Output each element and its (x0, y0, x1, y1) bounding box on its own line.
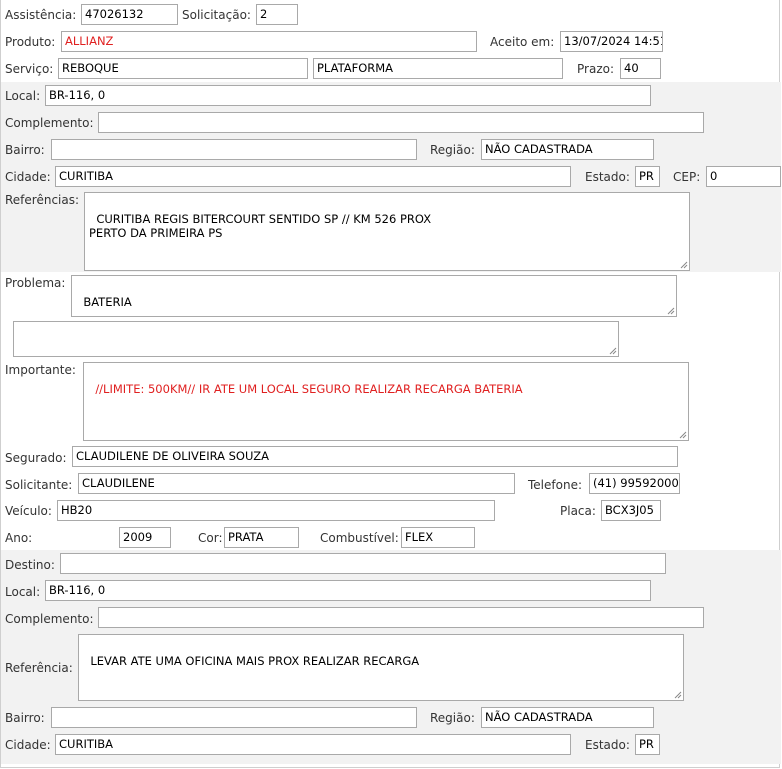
solicitacao-field[interactable]: 2 (256, 4, 298, 25)
destino-cidade-label: Cidade: (5, 738, 51, 752)
origem-referencias-text: CURITIBA REGIS BITERCOURT SENTIDO SP // … (89, 212, 432, 240)
resize-handle-icon[interactable] (679, 260, 688, 269)
origem-bairro-label: Bairro: (5, 143, 45, 157)
ano-field[interactable]: 2009 (119, 527, 171, 548)
prazo-label: Prazo: (577, 62, 614, 76)
origem-cep-field[interactable]: 0 (706, 166, 781, 187)
problema-text: BATERIA (83, 295, 132, 309)
servico-field[interactable]: REBOQUE (58, 58, 308, 79)
origem-referencias-label: Referências: (5, 193, 80, 207)
placa-field[interactable]: BCX3J05 (601, 500, 661, 521)
origem-estado-field[interactable]: PR (635, 166, 660, 187)
destino-referencia-label: Referência: (5, 661, 73, 675)
aceito-em-field[interactable]: 13/07/2024 14:51 (560, 31, 663, 52)
cor-field[interactable]: PRATA (224, 527, 299, 548)
origem-cidade-label: Cidade: (5, 170, 51, 184)
resize-handle-icon[interactable] (608, 346, 617, 355)
origem-bairro-field[interactable] (51, 139, 417, 160)
telefone-label: Telefone: (528, 478, 582, 492)
problema-extra-textarea[interactable] (13, 321, 619, 357)
ano-label: Ano: (5, 531, 33, 545)
destino-bairro-field[interactable] (51, 707, 417, 728)
destino-complemento-label: Complemento: (5, 612, 94, 626)
importante-textarea[interactable]: //LIMITE: 500KM// IR ATE UM LOCAL SEGURO… (83, 362, 689, 441)
destino-field[interactable] (60, 553, 666, 574)
origem-complemento-field[interactable] (98, 112, 704, 133)
resize-handle-icon[interactable] (666, 306, 675, 315)
resize-handle-icon[interactable] (673, 690, 682, 699)
segurado-field[interactable]: CLAUDILENE DE OLIVEIRA SOUZA (72, 446, 678, 467)
destino-referencia-text: LEVAR ATE UMA OFICINA MAIS PROX REALIZAR… (90, 654, 420, 668)
solicitante-field[interactable]: CLAUDILENE (78, 473, 515, 494)
servico-label: Serviço: (5, 62, 54, 76)
origem-regiao-label: Região: (430, 143, 475, 157)
origem-cep-label: CEP: (673, 170, 701, 184)
destino-regiao-label: Região: (430, 711, 475, 725)
importante-label: Importante: (5, 363, 76, 377)
aceito-em-label: Aceito em: (490, 35, 555, 49)
segurado-label: Segurado: (5, 451, 67, 465)
servico-tipo-field[interactable]: PLATAFORMA (313, 58, 563, 79)
destino-complemento-field[interactable] (98, 607, 704, 628)
produto-field[interactable]: ALLIANZ (61, 31, 477, 52)
destino-local-field[interactable]: BR-116, 0 (45, 580, 651, 601)
destino-estado-field[interactable]: PR (635, 734, 660, 755)
cor-label: Cor: (198, 531, 223, 545)
problema-textarea[interactable]: BATERIA (71, 275, 677, 317)
destino-bairro-label: Bairro: (5, 711, 45, 725)
resize-handle-icon[interactable] (678, 430, 687, 439)
combustivel-field[interactable]: FLEX (401, 527, 475, 548)
importante-text: //LIMITE: 500KM// IR ATE UM LOCAL SEGURO… (95, 382, 523, 396)
telefone-field[interactable]: (41) 995920004 (589, 473, 680, 494)
prazo-field[interactable]: 40 (620, 58, 661, 79)
origem-referencias-textarea[interactable]: CURITIBA REGIS BITERCOURT SENTIDO SP // … (84, 192, 690, 271)
destino-estado-label: Estado: (585, 738, 630, 752)
origem-local-field[interactable]: BR-116, 0 (45, 85, 651, 106)
assistencia-field[interactable]: 47026132 (81, 4, 178, 25)
problema-label: Problema: (5, 276, 66, 290)
placa-label: Placa: (560, 504, 596, 518)
origem-estado-label: Estado: (585, 170, 630, 184)
origem-regiao-field[interactable]: NÃO CADASTRADA (481, 139, 654, 160)
origem-local-label: Local: (5, 89, 41, 103)
destino-label: Destino: (5, 558, 55, 572)
origem-complemento-label: Complemento: (5, 116, 94, 130)
destino-local-label: Local: (5, 585, 41, 599)
destino-cidade-field[interactable]: CURITIBA (55, 734, 571, 755)
produto-label: Produto: (5, 35, 56, 49)
veiculo-field[interactable]: HB20 (57, 500, 495, 521)
solicitacao-label: Solicitação: (182, 8, 251, 22)
combustivel-label: Combustível: (320, 531, 399, 545)
assistencia-label: Assistência: (5, 8, 77, 22)
destino-regiao-field[interactable]: NÃO CADASTRADA (481, 707, 654, 728)
origem-cidade-field[interactable]: CURITIBA (55, 166, 571, 187)
veiculo-label: Veículo: (5, 504, 52, 518)
destino-referencia-textarea[interactable]: LEVAR ATE UMA OFICINA MAIS PROX REALIZAR… (78, 634, 684, 701)
solicitante-label: Solicitante: (5, 478, 73, 492)
